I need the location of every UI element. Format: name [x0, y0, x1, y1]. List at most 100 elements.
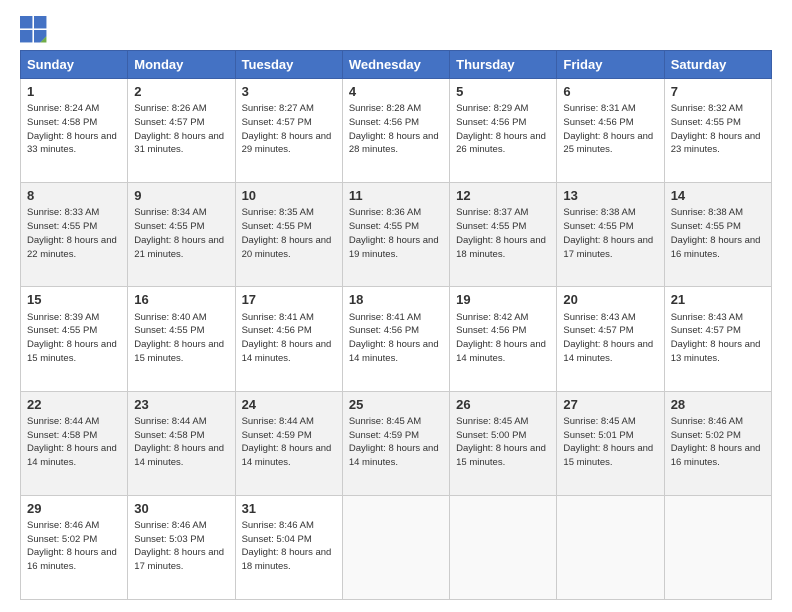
calendar-cell: 30Sunrise: 8:46 AMSunset: 5:03 PMDayligh…: [128, 495, 235, 599]
cell-info: Sunrise: 8:24 AMSunset: 4:58 PMDaylight:…: [27, 102, 121, 157]
calendar-table: SundayMondayTuesdayWednesdayThursdayFrid…: [20, 50, 772, 600]
day-number: 17: [242, 291, 336, 309]
col-header-saturday: Saturday: [664, 51, 771, 79]
day-number: 6: [563, 83, 657, 101]
cell-info: Sunrise: 8:45 AMSunset: 5:00 PMDaylight:…: [456, 415, 550, 470]
calendar-cell: 22Sunrise: 8:44 AMSunset: 4:58 PMDayligh…: [21, 391, 128, 495]
cell-info: Sunrise: 8:46 AMSunset: 5:03 PMDaylight:…: [134, 519, 228, 574]
week-row-2: 8Sunrise: 8:33 AMSunset: 4:55 PMDaylight…: [21, 183, 772, 287]
day-number: 2: [134, 83, 228, 101]
logo: [20, 16, 52, 44]
cell-info: Sunrise: 8:40 AMSunset: 4:55 PMDaylight:…: [134, 311, 228, 366]
col-header-thursday: Thursday: [450, 51, 557, 79]
calendar-cell: [664, 495, 771, 599]
cell-info: Sunrise: 8:27 AMSunset: 4:57 PMDaylight:…: [242, 102, 336, 157]
cell-info: Sunrise: 8:29 AMSunset: 4:56 PMDaylight:…: [456, 102, 550, 157]
day-number: 19: [456, 291, 550, 309]
calendar-cell: 9Sunrise: 8:34 AMSunset: 4:55 PMDaylight…: [128, 183, 235, 287]
calendar-cell: 25Sunrise: 8:45 AMSunset: 4:59 PMDayligh…: [342, 391, 449, 495]
day-number: 18: [349, 291, 443, 309]
calendar-cell: 11Sunrise: 8:36 AMSunset: 4:55 PMDayligh…: [342, 183, 449, 287]
calendar-cell: 10Sunrise: 8:35 AMSunset: 4:55 PMDayligh…: [235, 183, 342, 287]
day-number: 26: [456, 396, 550, 414]
cell-info: Sunrise: 8:44 AMSunset: 4:58 PMDaylight:…: [27, 415, 121, 470]
day-number: 30: [134, 500, 228, 518]
cell-info: Sunrise: 8:42 AMSunset: 4:56 PMDaylight:…: [456, 311, 550, 366]
day-number: 25: [349, 396, 443, 414]
day-number: 12: [456, 187, 550, 205]
cell-info: Sunrise: 8:38 AMSunset: 4:55 PMDaylight:…: [563, 206, 657, 261]
cell-info: Sunrise: 8:26 AMSunset: 4:57 PMDaylight:…: [134, 102, 228, 157]
cell-info: Sunrise: 8:46 AMSunset: 5:02 PMDaylight:…: [671, 415, 765, 470]
day-number: 23: [134, 396, 228, 414]
cell-info: Sunrise: 8:44 AMSunset: 4:58 PMDaylight:…: [134, 415, 228, 470]
top-bar: [20, 16, 772, 44]
logo-icon: [20, 16, 48, 44]
day-number: 14: [671, 187, 765, 205]
day-number: 9: [134, 187, 228, 205]
cell-info: Sunrise: 8:45 AMSunset: 4:59 PMDaylight:…: [349, 415, 443, 470]
day-number: 1: [27, 83, 121, 101]
calendar-cell: 2Sunrise: 8:26 AMSunset: 4:57 PMDaylight…: [128, 79, 235, 183]
calendar-cell: 12Sunrise: 8:37 AMSunset: 4:55 PMDayligh…: [450, 183, 557, 287]
cell-info: Sunrise: 8:46 AMSunset: 5:04 PMDaylight:…: [242, 519, 336, 574]
cell-info: Sunrise: 8:44 AMSunset: 4:59 PMDaylight:…: [242, 415, 336, 470]
calendar-cell: 6Sunrise: 8:31 AMSunset: 4:56 PMDaylight…: [557, 79, 664, 183]
day-number: 21: [671, 291, 765, 309]
cell-info: Sunrise: 8:43 AMSunset: 4:57 PMDaylight:…: [671, 311, 765, 366]
day-number: 13: [563, 187, 657, 205]
day-number: 10: [242, 187, 336, 205]
cell-info: Sunrise: 8:37 AMSunset: 4:55 PMDaylight:…: [456, 206, 550, 261]
calendar-cell: 21 Sunrise: 8:43 AMSunset: 4:57 PMDayligh…: [664, 287, 771, 391]
calendar-cell: [450, 495, 557, 599]
cell-info: Sunrise: 8:34 AMSunset: 4:55 PMDaylight:…: [134, 206, 228, 261]
day-number: 7: [671, 83, 765, 101]
calendar-cell: 31Sunrise: 8:46 AMSunset: 5:04 PMDayligh…: [235, 495, 342, 599]
col-header-tuesday: Tuesday: [235, 51, 342, 79]
col-header-friday: Friday: [557, 51, 664, 79]
calendar-cell: 13Sunrise: 8:38 AMSunset: 4:55 PMDayligh…: [557, 183, 664, 287]
col-header-monday: Monday: [128, 51, 235, 79]
calendar-cell: 24Sunrise: 8:44 AMSunset: 4:59 PMDayligh…: [235, 391, 342, 495]
cell-info: Sunrise: 8:39 AMSunset: 4:55 PMDaylight:…: [27, 311, 121, 366]
week-row-1: 1Sunrise: 8:24 AMSunset: 4:58 PMDaylight…: [21, 79, 772, 183]
calendar-cell: [342, 495, 449, 599]
calendar-cell: 3Sunrise: 8:27 AMSunset: 4:57 PMDaylight…: [235, 79, 342, 183]
calendar-cell: 1Sunrise: 8:24 AMSunset: 4:58 PMDaylight…: [21, 79, 128, 183]
day-number: 20: [563, 291, 657, 309]
cell-info: Sunrise: 8:38 AMSunset: 4:55 PMDaylight:…: [671, 206, 765, 261]
day-number: 22: [27, 396, 121, 414]
calendar-cell: 20 Sunrise: 8:43 AMSunset: 4:57 PMDayligh…: [557, 287, 664, 391]
day-number: 11: [349, 187, 443, 205]
cell-info: Sunrise: 8:41 AMSunset: 4:56 PMDaylight:…: [242, 311, 336, 366]
day-number: 8: [27, 187, 121, 205]
calendar-cell: 23Sunrise: 8:44 AMSunset: 4:58 PMDayligh…: [128, 391, 235, 495]
cell-info: Sunrise: 8:36 AMSunset: 4:55 PMDaylight:…: [349, 206, 443, 261]
col-header-wednesday: Wednesday: [342, 51, 449, 79]
calendar-cell: 28Sunrise: 8:46 AMSunset: 5:02 PMDayligh…: [664, 391, 771, 495]
day-number: 3: [242, 83, 336, 101]
calendar-cell: 26Sunrise: 8:45 AMSunset: 5:00 PMDayligh…: [450, 391, 557, 495]
calendar-cell: 19 Sunrise: 8:42 AMSunset: 4:56 PMDayligh…: [450, 287, 557, 391]
col-header-sunday: Sunday: [21, 51, 128, 79]
calendar-cell: 16 Sunrise: 8:40 AMSunset: 4:55 PMDayligh…: [128, 287, 235, 391]
day-number: 29: [27, 500, 121, 518]
cell-info: Sunrise: 8:41 AMSunset: 4:56 PMDaylight:…: [349, 311, 443, 366]
day-number: 16: [134, 291, 228, 309]
week-row-5: 29Sunrise: 8:46 AMSunset: 5:02 PMDayligh…: [21, 495, 772, 599]
cell-info: Sunrise: 8:28 AMSunset: 4:56 PMDaylight:…: [349, 102, 443, 157]
day-number: 28: [671, 396, 765, 414]
calendar-cell: 29Sunrise: 8:46 AMSunset: 5:02 PMDayligh…: [21, 495, 128, 599]
cell-info: Sunrise: 8:31 AMSunset: 4:56 PMDaylight:…: [563, 102, 657, 157]
cell-info: Sunrise: 8:43 AMSunset: 4:57 PMDaylight:…: [563, 311, 657, 366]
day-number: 4: [349, 83, 443, 101]
calendar-cell: 18 Sunrise: 8:41 AMSunset: 4:56 PMDayligh…: [342, 287, 449, 391]
calendar-cell: 14Sunrise: 8:38 AMSunset: 4:55 PMDayligh…: [664, 183, 771, 287]
day-number: 24: [242, 396, 336, 414]
calendar-cell: 5Sunrise: 8:29 AMSunset: 4:56 PMDaylight…: [450, 79, 557, 183]
page: SundayMondayTuesdayWednesdayThursdayFrid…: [0, 0, 792, 612]
cell-info: Sunrise: 8:33 AMSunset: 4:55 PMDaylight:…: [27, 206, 121, 261]
week-row-3: 15 Sunrise: 8:39 AMSunset: 4:55 PMDayligh…: [21, 287, 772, 391]
calendar-cell: 15 Sunrise: 8:39 AMSunset: 4:55 PMDayligh…: [21, 287, 128, 391]
day-number: 15: [27, 291, 121, 309]
